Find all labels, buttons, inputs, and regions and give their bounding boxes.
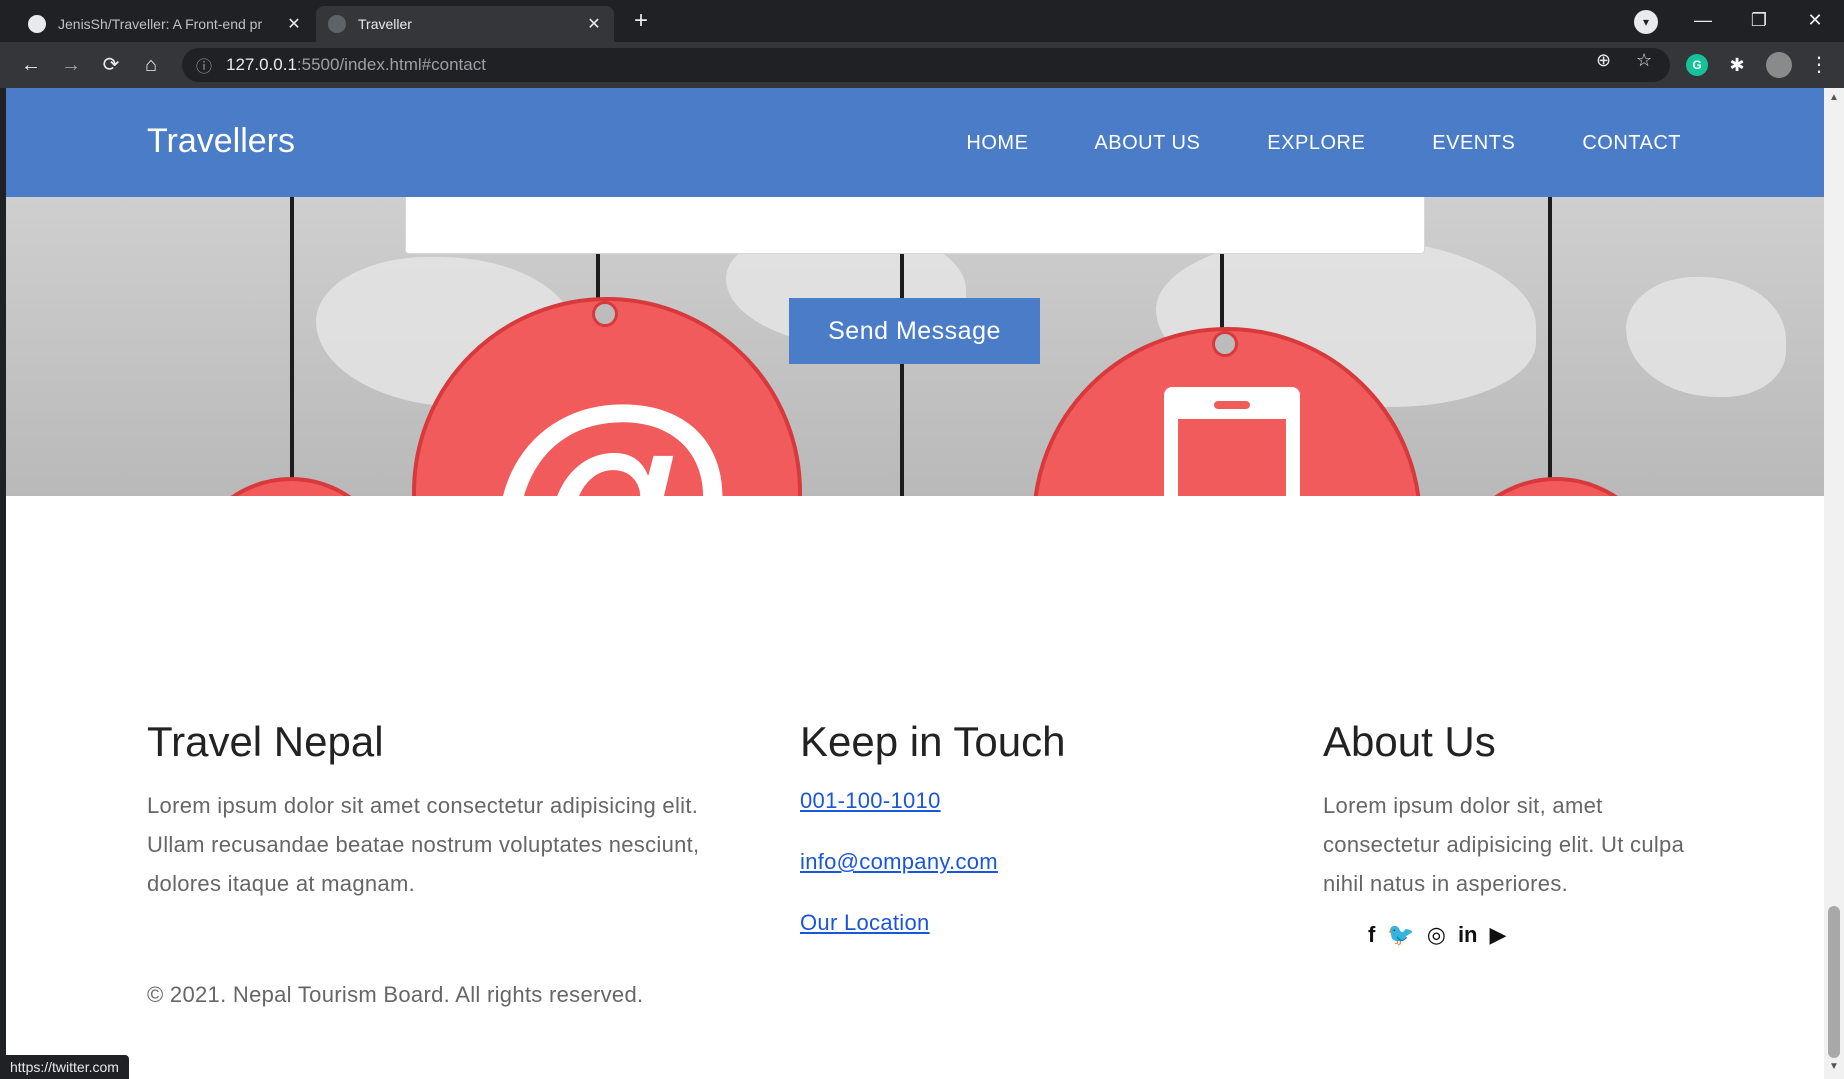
address-bar[interactable]: ⓘ 127.0.0.1:5500/index.html#contact bbox=[182, 48, 1670, 82]
hanging-tag bbox=[1446, 477, 1666, 496]
tab-github[interactable]: JenisSh/Traveller: A Front-end pr ✕ bbox=[16, 6, 314, 42]
phone-icon bbox=[1164, 387, 1300, 496]
location-link[interactable]: Our Location bbox=[800, 908, 1220, 938]
page-scrollbar[interactable]: ▲ ▼ bbox=[1824, 88, 1844, 1079]
nav-menu: HOME ABOUT US EXPLORE EVENTS CONTACT bbox=[966, 132, 1824, 155]
scroll-down-arrow-icon[interactable]: ▼ bbox=[1824, 1061, 1844, 1075]
grammarly-icon[interactable]: G bbox=[1686, 54, 1708, 76]
message-textarea[interactable] bbox=[405, 197, 1425, 254]
back-icon[interactable]: ← bbox=[18, 52, 44, 78]
tag-hole bbox=[592, 301, 618, 327]
menu-icon[interactable]: ⋮ bbox=[1806, 52, 1832, 78]
forward-icon[interactable]: → bbox=[58, 52, 84, 78]
tab-title: JenisSh/Traveller: A Front-end pr bbox=[58, 16, 263, 32]
nav-explore[interactable]: EXPLORE bbox=[1267, 132, 1365, 155]
browser-tab-strip: JenisSh/Traveller: A Front-end pr ✕ Trav… bbox=[0, 0, 1844, 42]
extensions-icon[interactable]: ✱ bbox=[1726, 54, 1748, 76]
tab-traveller[interactable]: Traveller ✕ bbox=[316, 6, 614, 42]
twitter-icon[interactable]: 🐦 bbox=[1387, 922, 1414, 948]
status-bar-url: https://twitter.com bbox=[0, 1055, 129, 1079]
hanging-string bbox=[290, 197, 294, 487]
phone-link[interactable]: 001-100-1010 bbox=[800, 786, 1220, 816]
site-navbar: Travellers HOME ABOUT US EXPLORE EVENTS … bbox=[6, 88, 1824, 197]
scroll-up-arrow-icon[interactable]: ▲ bbox=[1824, 92, 1844, 106]
close-icon[interactable]: ✕ bbox=[586, 14, 602, 34]
at-icon: @ bbox=[484, 351, 738, 496]
url-text: 127.0.0.1:5500/index.html#contact bbox=[226, 55, 486, 74]
scrollbar-thumb[interactable] bbox=[1828, 906, 1840, 1058]
tab-search-icon[interactable]: ▾ bbox=[1634, 10, 1658, 34]
tag-hole bbox=[1212, 331, 1238, 357]
footer-column-keep-in-touch: Keep in Touch 001-100-1010 info@company.… bbox=[800, 718, 1220, 969]
tab-title: Traveller bbox=[358, 16, 412, 32]
copyright-text: © 2021. Nepal Tourism Board. All rights … bbox=[147, 982, 644, 1007]
window-close-button[interactable]: ✕ bbox=[1792, 0, 1838, 40]
footer-heading: Keep in Touch bbox=[800, 718, 1066, 765]
hanging-tag bbox=[186, 477, 396, 496]
site-footer: Travel Nepal Lorem ipsum dolor sit amet … bbox=[6, 496, 1824, 1079]
site-info-icon[interactable]: ⓘ bbox=[196, 53, 212, 77]
site-brand[interactable]: Travellers bbox=[147, 122, 295, 161]
social-links: f 🐦 ◎ in ▶ bbox=[1368, 922, 1518, 948]
nav-home[interactable]: HOME bbox=[966, 132, 1028, 155]
nav-contact[interactable]: CONTACT bbox=[1582, 132, 1681, 155]
restore-button[interactable]: ❐ bbox=[1736, 0, 1782, 40]
zoom-icon[interactable]: ⊕ bbox=[1596, 50, 1611, 71]
hanging-string bbox=[1548, 197, 1552, 487]
avatar[interactable] bbox=[1766, 52, 1792, 78]
footer-text: Lorem ipsum dolor sit, amet consectetur … bbox=[1323, 793, 1685, 896]
map-shape bbox=[1626, 277, 1786, 397]
footer-text: Lorem ipsum dolor sit amet consectetur a… bbox=[147, 793, 700, 896]
facebook-icon[interactable]: f bbox=[1368, 922, 1375, 948]
browser-toolbar: ← → ⟳ ⌂ ⓘ 127.0.0.1:5500/index.html#cont… bbox=[0, 42, 1844, 88]
footer-column-travel-nepal: Travel Nepal Lorem ipsum dolor sit amet … bbox=[147, 718, 727, 903]
github-icon bbox=[28, 15, 46, 33]
minimize-button[interactable]: — bbox=[1680, 0, 1726, 40]
new-tab-button[interactable]: + bbox=[628, 8, 654, 34]
globe-icon bbox=[328, 15, 346, 33]
footer-column-about-us: About Us Lorem ipsum dolor sit, amet con… bbox=[1323, 718, 1693, 903]
home-icon[interactable]: ⌂ bbox=[138, 52, 164, 78]
reload-icon[interactable]: ⟳ bbox=[98, 52, 124, 78]
footer-heading: Travel Nepal bbox=[147, 718, 384, 765]
close-icon[interactable]: ✕ bbox=[286, 14, 302, 34]
email-link[interactable]: info@company.com bbox=[800, 847, 1220, 877]
youtube-icon[interactable]: ▶ bbox=[1490, 922, 1507, 948]
send-message-button[interactable]: Send Message bbox=[789, 298, 1040, 364]
footer-heading: About Us bbox=[1323, 718, 1496, 765]
bookmark-star-icon[interactable]: ☆ bbox=[1636, 50, 1652, 71]
nav-events[interactable]: EVENTS bbox=[1432, 132, 1515, 155]
linkedin-icon[interactable]: in bbox=[1458, 922, 1478, 948]
instagram-icon[interactable]: ◎ bbox=[1427, 922, 1446, 948]
nav-about-us[interactable]: ABOUT US bbox=[1094, 132, 1200, 155]
page-viewport: Travellers HOME ABOUT US EXPLORE EVENTS … bbox=[0, 88, 1844, 1079]
